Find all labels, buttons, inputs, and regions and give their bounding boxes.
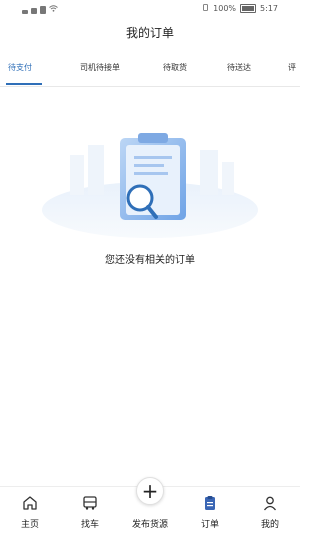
signal-icons bbox=[22, 5, 58, 14]
plus-icon: + bbox=[141, 479, 159, 503]
tab-pending-delivery[interactable]: 待送达 bbox=[227, 62, 251, 73]
vibrate-icon bbox=[202, 4, 209, 13]
clock: 5:17 bbox=[260, 4, 278, 13]
nav-mine[interactable]: 我的 bbox=[240, 487, 300, 534]
truck-icon bbox=[82, 495, 98, 515]
signal-icon bbox=[31, 7, 37, 14]
nav-publish-cargo[interactable]: + 发布货源 bbox=[120, 477, 180, 534]
nav-home[interactable]: 主页 bbox=[0, 487, 60, 534]
battery-percent: 100% bbox=[213, 4, 237, 13]
page-title: 我的订单 bbox=[125, 26, 174, 40]
signal-icon bbox=[22, 9, 28, 14]
nav-orders[interactable]: 订单 bbox=[180, 487, 240, 534]
home-icon bbox=[22, 495, 38, 515]
nav-mine-label: 我的 bbox=[260, 520, 279, 530]
order-tabs: 待支付 司机待接单 待取货 待送达 评 bbox=[0, 54, 300, 87]
status-right: 100% 5:17 bbox=[202, 4, 278, 13]
bottom-nav: 主页 找车 + 发布货源 订单 我的 bbox=[0, 477, 300, 534]
publish-button[interactable]: + bbox=[136, 477, 164, 505]
nav-find-truck-label: 找车 bbox=[80, 520, 99, 530]
empty-orders-illustration bbox=[40, 120, 260, 240]
empty-state-message: 您还没有相关的订单 bbox=[105, 255, 195, 266]
active-tab-indicator bbox=[6, 83, 42, 85]
status-bar: 100% 5:17 bbox=[0, 0, 300, 20]
nav-find-truck[interactable]: 找车 bbox=[60, 487, 120, 534]
nav-home-label: 主页 bbox=[20, 520, 39, 530]
clipboard-icon bbox=[202, 495, 218, 515]
battery-icon bbox=[240, 4, 257, 13]
tab-pending-payment[interactable]: 待支付 bbox=[8, 62, 32, 73]
tab-pending-pickup[interactable]: 待取货 bbox=[163, 62, 187, 73]
nav-orders-label: 订单 bbox=[200, 520, 219, 530]
nav-publish-label: 发布货源 bbox=[131, 520, 168, 530]
tab-driver-pending[interactable]: 司机待接单 bbox=[80, 62, 120, 73]
wifi-icon bbox=[49, 5, 58, 14]
tab-review[interactable]: 评 bbox=[288, 62, 296, 73]
signal-icon bbox=[40, 5, 46, 14]
person-icon bbox=[262, 495, 278, 515]
